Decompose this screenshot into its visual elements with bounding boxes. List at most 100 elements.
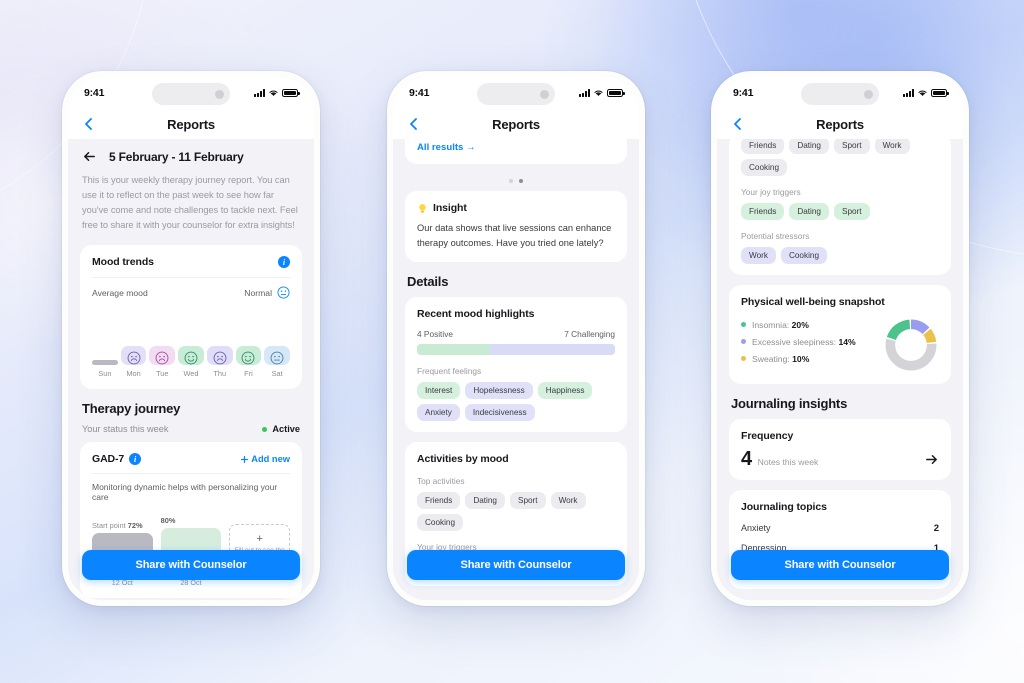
gad7-bar-label: 80% xyxy=(160,516,176,526)
lightbulb-icon xyxy=(419,203,426,213)
phone-2-screen: 9:41 Reports 12 Oct 28 Oct All results → xyxy=(393,77,639,600)
top-activities-chips: Friends Dating Sport Work Cooking xyxy=(417,492,615,532)
status-bar-icons xyxy=(254,89,300,97)
status-bar: 9:41 xyxy=(393,77,639,109)
gad7-title-group: GAD-7 i xyxy=(92,453,142,466)
mood-bar-column[interactable] xyxy=(120,346,147,366)
info-icon[interactable]: i xyxy=(278,256,290,269)
chevron-left-icon[interactable] xyxy=(82,117,96,131)
phone-3-content[interactable]: Friends Dating Sport Work Cooking Your joy t… xyxy=(717,139,963,600)
mood-bar-column[interactable] xyxy=(235,346,262,366)
therapy-journey-title: Therapy journey xyxy=(82,401,181,417)
legend-dot-icon xyxy=(741,322,746,327)
joy-triggers-label: Your joy triggers xyxy=(741,187,801,197)
challenging-segment xyxy=(490,344,615,356)
arrow-right-icon[interactable] xyxy=(924,452,939,467)
phone-1-content[interactable]: 5 February - 11 February This is your we… xyxy=(68,139,314,600)
phone-mockup-2: 9:41 Reports 12 Oct 28 Oct All results → xyxy=(387,71,645,606)
mood-progress-labels: 4 Positive 7 Challenging xyxy=(417,329,615,339)
challenging-label: 7 Challenging xyxy=(564,329,615,340)
mood-bar-column[interactable] xyxy=(149,346,176,366)
chip[interactable]: Interest xyxy=(417,382,461,400)
legend-item: Excessive sleepiness: 14% xyxy=(741,337,856,347)
chip[interactable]: Cooking xyxy=(417,514,464,532)
physical-wellbeing-title: Physical well-being snapshot xyxy=(741,296,885,308)
chevron-left-icon[interactable] xyxy=(731,117,745,131)
nav-title: Reports xyxy=(816,116,864,132)
nav-bar: Reports xyxy=(717,109,963,139)
wifi-icon xyxy=(269,90,278,96)
mood-bar xyxy=(92,360,118,366)
journaling-insights-title: Journaling insights xyxy=(731,396,848,411)
share-with-counselor-button[interactable]: Share with Counselor xyxy=(82,550,300,580)
chip[interactable]: Anxiety xyxy=(417,404,460,422)
share-with-counselor-button[interactable]: Share with Counselor xyxy=(731,550,949,580)
chip[interactable]: Hopelessness xyxy=(465,382,533,400)
status-badge: Active xyxy=(262,424,300,434)
chip[interactable]: Friends xyxy=(417,492,461,510)
chip[interactable]: Work xyxy=(550,492,586,510)
status-bar-icons xyxy=(903,89,949,97)
mood-day-label: Mon xyxy=(126,369,141,379)
gad7-bar-label: Start point 72% xyxy=(92,521,143,531)
mood-trends-title: Mood trends xyxy=(92,256,154,269)
chip[interactable]: Dating xyxy=(789,139,829,154)
mood-trends-day-labels: Sun Mon Tue Wed Thu Fri Sat xyxy=(92,369,290,378)
frequency-card[interactable]: Frequency 4 Notes this week xyxy=(729,419,951,480)
front-camera-icon xyxy=(215,89,224,99)
neutral-face-icon xyxy=(270,351,284,365)
chip[interactable]: Sport xyxy=(509,492,546,510)
chip[interactable]: Friends xyxy=(741,139,785,154)
all-results-link[interactable]: All results → xyxy=(417,142,615,153)
share-with-counselor-button[interactable]: Share with Counselor xyxy=(407,550,625,580)
phone-2-scroll: 12 Oct 28 Oct All results → xyxy=(405,139,627,600)
chip[interactable]: Sport xyxy=(833,203,870,220)
nav-bar: Reports xyxy=(393,109,639,139)
chip[interactable]: Happiness xyxy=(537,382,593,400)
info-icon[interactable]: i xyxy=(129,453,142,466)
sad-face-icon xyxy=(127,351,140,365)
add-new-button[interactable]: Add new xyxy=(240,454,290,464)
mood-bar-column[interactable] xyxy=(92,360,118,366)
status-bar-time: 9:41 xyxy=(409,87,430,99)
mood-bar-column[interactable] xyxy=(206,346,233,366)
topic-label: Anxiety xyxy=(741,523,771,533)
potential-stressors-label: Potential stressors xyxy=(741,231,810,241)
status-bar: 9:41 xyxy=(717,77,963,109)
wifi-icon xyxy=(918,90,927,96)
phone-1-scroll: 5 February - 11 February This is your we… xyxy=(80,139,302,600)
chip[interactable]: Friends xyxy=(741,203,785,220)
chevron-left-icon[interactable] xyxy=(407,117,421,131)
dynamic-island xyxy=(801,83,879,105)
physical-wellbeing-legend: Insomnia: 20% Excessive sleepiness: 14% Sw… xyxy=(741,320,856,371)
pagination-dot-active[interactable] xyxy=(519,179,523,183)
mood-day-label: Thu xyxy=(213,369,227,379)
chip[interactable]: Dating xyxy=(465,492,505,510)
chip[interactable]: Dating xyxy=(789,203,829,220)
phone-2-content[interactable]: 12 Oct 28 Oct All results → xyxy=(393,139,639,600)
signal-icon xyxy=(254,89,265,97)
chip[interactable]: Indecisiveness xyxy=(464,404,535,422)
chip[interactable]: Cooking xyxy=(741,159,788,176)
average-mood-row: Average mood Normal xyxy=(92,278,290,299)
topic-count: 2 xyxy=(933,522,939,534)
mood-bar-column[interactable] xyxy=(264,346,291,366)
physical-wellbeing-card: Physical well-being snapshot Insomnia: 2… xyxy=(729,285,951,384)
battery-icon xyxy=(931,89,949,97)
mood-bar-column[interactable] xyxy=(178,346,204,366)
pagination-dot[interactable] xyxy=(509,179,513,183)
nav-title: Reports xyxy=(167,116,215,132)
chip[interactable]: Work xyxy=(741,247,776,264)
chip[interactable]: Sport xyxy=(833,139,870,154)
mood-trends-chart xyxy=(92,307,291,366)
phone-3-screen: 9:41 Reports Friends Dating Sport Work Cooki… xyxy=(717,77,963,600)
insight-text: Our data shows that live sessions can en… xyxy=(417,223,612,249)
frequency-row: 4 Notes this week xyxy=(741,449,939,469)
chip[interactable]: Work xyxy=(874,139,910,154)
signal-icon xyxy=(903,89,914,97)
frequent-feelings-chips: Interest Hopelessness Happiness Anxiety Inde… xyxy=(417,382,615,422)
mood-bar xyxy=(235,346,262,366)
chip[interactable]: Cooking xyxy=(780,247,828,264)
average-mood-value: Normal xyxy=(244,287,272,298)
arrow-left-icon[interactable] xyxy=(82,149,97,164)
